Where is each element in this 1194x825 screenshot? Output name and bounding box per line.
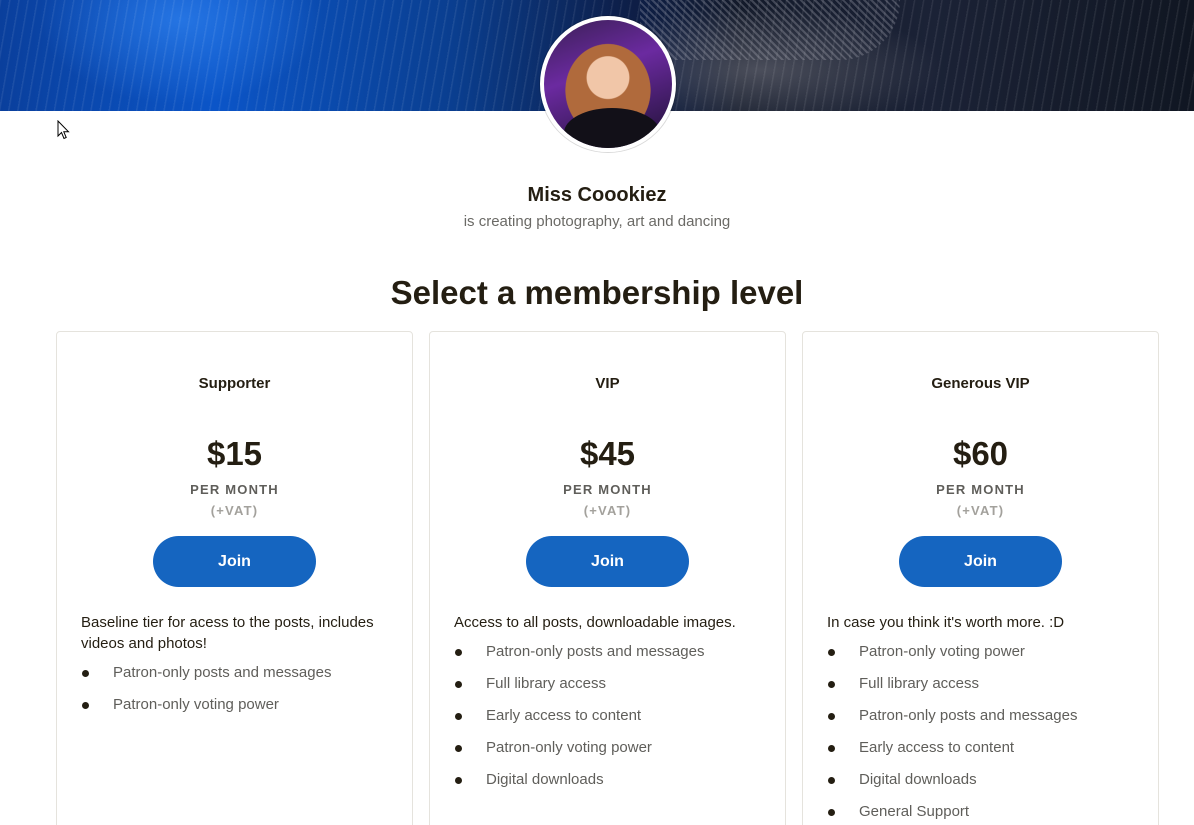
creator-name[interactable]: Miss Coookiez	[0, 184, 1194, 207]
bullet-icon	[82, 670, 89, 677]
benefit-label: Patron-only posts and messages	[486, 643, 705, 660]
benefit-item: Early access to content	[827, 737, 1147, 769]
bullet-icon	[828, 681, 835, 688]
benefit-list: Patron-only posts and messages Patron-on…	[81, 662, 401, 726]
benefit-label: Digital downloads	[859, 771, 977, 788]
benefit-item: Digital downloads	[827, 769, 1147, 801]
benefit-item: Patron-only voting power	[81, 694, 401, 726]
tier-name: VIP	[595, 375, 620, 392]
join-button-vip[interactable]: Join	[526, 536, 689, 587]
benefit-item: Patron-only voting power	[827, 641, 1147, 673]
tier-vat: (+VAT)	[583, 503, 632, 518]
join-button-supporter[interactable]: Join	[153, 536, 316, 587]
benefit-item: Patron-only voting power	[454, 737, 774, 769]
bullet-icon	[828, 649, 835, 656]
tier-price: $15	[206, 435, 263, 472]
benefit-item: Patron-only posts and messages	[827, 705, 1147, 737]
avatar-figure	[564, 108, 660, 148]
benefit-item: Full library access	[454, 673, 774, 705]
benefit-label: Patron-only posts and messages	[113, 664, 332, 681]
benefit-list: Patron-only posts and messages Full libr…	[454, 641, 774, 801]
benefit-label: Patron-only posts and messages	[859, 707, 1078, 724]
creator-avatar[interactable]	[540, 16, 676, 152]
benefit-label: Digital downloads	[486, 771, 604, 788]
tier-price: $60	[952, 435, 1009, 472]
benefit-item: Full library access	[827, 673, 1147, 705]
tier-description: Access to all posts, downloadable images…	[454, 614, 736, 631]
tier-name: Supporter	[198, 375, 271, 392]
bullet-icon	[455, 713, 462, 720]
banner-sparkle-texture	[640, 0, 900, 60]
bullet-icon	[455, 681, 462, 688]
tier-card-vip: VIP $45 PER MONTH (+VAT) Join Access to …	[429, 331, 786, 825]
tier-period: PER MONTH	[936, 482, 1025, 497]
bullet-icon	[828, 745, 835, 752]
bullet-icon	[828, 777, 835, 784]
tier-card-supporter: Supporter $15 PER MONTH (+VAT) Join Base…	[56, 331, 413, 825]
bullet-icon	[82, 702, 89, 709]
benefit-label: Full library access	[859, 675, 980, 692]
mouse-pointer-icon	[57, 120, 70, 140]
tier-description: In case you think it's worth more. :D	[827, 614, 1065, 631]
benefit-item: Early access to content	[454, 705, 774, 737]
bullet-icon	[455, 777, 462, 784]
benefit-label: General Support	[859, 803, 970, 820]
tier-period: PER MONTH	[190, 482, 279, 497]
bullet-icon	[455, 745, 462, 752]
benefit-item: Patron-only posts and messages	[454, 641, 774, 673]
benefit-item: General Support	[827, 801, 1147, 825]
benefit-label: Patron-only voting power	[486, 739, 652, 756]
tier-period: PER MONTH	[563, 482, 652, 497]
tier-vat: (+VAT)	[210, 503, 259, 518]
creator-description: is creating photography, art and dancing	[463, 213, 731, 230]
tier-vat: (+VAT)	[956, 503, 1005, 518]
join-button-generous-vip[interactable]: Join	[899, 536, 1062, 587]
tier-name: Generous VIP	[931, 375, 1030, 392]
benefit-label: Early access to content	[486, 707, 642, 724]
bullet-icon	[828, 809, 835, 816]
benefit-list: Patron-only voting power Full library ac…	[827, 641, 1147, 825]
tier-price: $45	[579, 435, 636, 472]
benefit-label: Full library access	[486, 675, 607, 692]
benefit-item: Digital downloads	[454, 769, 774, 801]
benefit-label: Patron-only voting power	[859, 643, 1025, 660]
bullet-icon	[828, 713, 835, 720]
tier-description: Baseline tier for acess to the posts, in…	[81, 614, 374, 652]
benefit-label: Early access to content	[859, 739, 1015, 756]
bullet-icon	[455, 649, 462, 656]
tier-card-generous-vip: Generous VIP $60 PER MONTH (+VAT) Join I…	[802, 331, 1159, 825]
benefit-label: Patron-only voting power	[113, 696, 279, 713]
page-title: Select a membership level	[390, 274, 804, 311]
benefit-item: Patron-only posts and messages	[81, 662, 401, 694]
